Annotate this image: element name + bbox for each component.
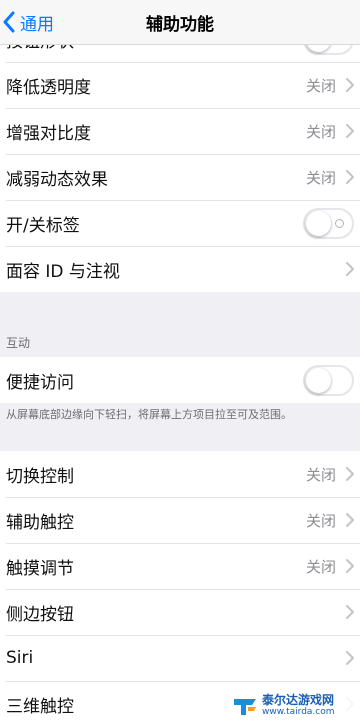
row-face-id-attention[interactable]: 面容 ID 与注视 — [0, 246, 360, 292]
section-header-interaction: 互动 — [6, 336, 31, 350]
settings-group-controls: 切换控制 关闭 辅助触控 关闭 触摸调节 关闭 侧边按钮 Siri 三维触控 — [0, 451, 360, 727]
back-label: 通用 — [20, 14, 54, 35]
chevron-right-icon — [346, 262, 354, 276]
row-label: 减弱动态效果 — [6, 169, 108, 190]
chevron-right-icon — [346, 467, 354, 481]
row-label: 切换控制 — [6, 466, 74, 487]
toggle-knob — [306, 210, 331, 236]
row-increase-contrast[interactable]: 增强对比度 关闭 — [0, 108, 360, 154]
row-switch-control[interactable]: 切换控制 关闭 — [0, 451, 360, 497]
row-label: 侧边按钮 — [6, 604, 74, 625]
page-title: 辅助功能 — [146, 14, 214, 35]
row-label: 辅助触控 — [6, 512, 74, 533]
row-label: 开/关标签 — [6, 215, 80, 236]
on-off-labels-toggle[interactable] — [303, 207, 354, 239]
toggle-knob — [306, 367, 331, 393]
row-label: 增强对比度 — [6, 123, 91, 144]
chevron-right-icon — [346, 124, 354, 138]
navigation-bar: 通用 辅助功能 — [0, 0, 360, 45]
row-reduce-motion[interactable]: 减弱动态效果 关闭 — [0, 154, 360, 200]
chevron-right-icon — [346, 78, 354, 92]
row-value: 关闭 — [305, 511, 336, 530]
row-assistive-touch[interactable]: 辅助触控 关闭 — [0, 497, 360, 543]
chevron-right-icon — [346, 513, 354, 527]
row-touch-accommodations[interactable]: 触摸调节 关闭 — [0, 543, 360, 589]
row-value: 关闭 — [305, 122, 336, 141]
row-side-button[interactable]: 侧边按钮 — [0, 589, 360, 635]
chevron-right-icon — [346, 170, 354, 184]
row-value: 关闭 — [305, 557, 336, 576]
row-label: 便捷访问 — [6, 372, 74, 393]
chevron-right-icon — [346, 651, 354, 665]
chevron-left-icon — [3, 11, 15, 33]
reachability-description: 从屏幕底部边缘向下轻扫，将屏幕上方项目拉至可及范围。 — [6, 408, 292, 421]
toggle-off-ring-icon — [335, 218, 344, 228]
row-label: 降低透明度 — [6, 77, 91, 98]
watermark-name: 泰尔达游戏网 — [262, 693, 335, 707]
chevron-right-icon — [346, 559, 354, 573]
row-value: 关闭 — [305, 465, 336, 484]
row-siri[interactable]: Siri — [0, 635, 360, 681]
site-watermark: 泰尔达游戏网 www.tairda.com — [230, 691, 360, 721]
settings-group-interaction: 便捷访问 — [0, 357, 360, 403]
reachability-toggle[interactable] — [303, 364, 354, 396]
row-reachability[interactable]: 便捷访问 — [0, 357, 360, 403]
row-label: Siri — [6, 648, 34, 668]
chevron-right-icon — [346, 605, 354, 619]
row-reduce-transparency[interactable]: 降低透明度 关闭 — [0, 62, 360, 108]
row-value: 关闭 — [305, 168, 336, 187]
row-label: 面容 ID 与注视 — [6, 261, 120, 282]
settings-group-display: 按钮形状 降低透明度 关闭 增强对比度 关闭 减弱动态效果 关闭 开/关标签 面… — [0, 16, 360, 292]
row-on-off-labels[interactable]: 开/关标签 — [0, 200, 360, 246]
tairda-logo-icon — [234, 699, 256, 715]
watermark-url: www.tairda.com — [262, 707, 335, 717]
row-label: 触摸调节 — [6, 558, 74, 579]
row-value: 关闭 — [305, 76, 336, 95]
back-button[interactable]: 通用 — [0, 0, 54, 44]
